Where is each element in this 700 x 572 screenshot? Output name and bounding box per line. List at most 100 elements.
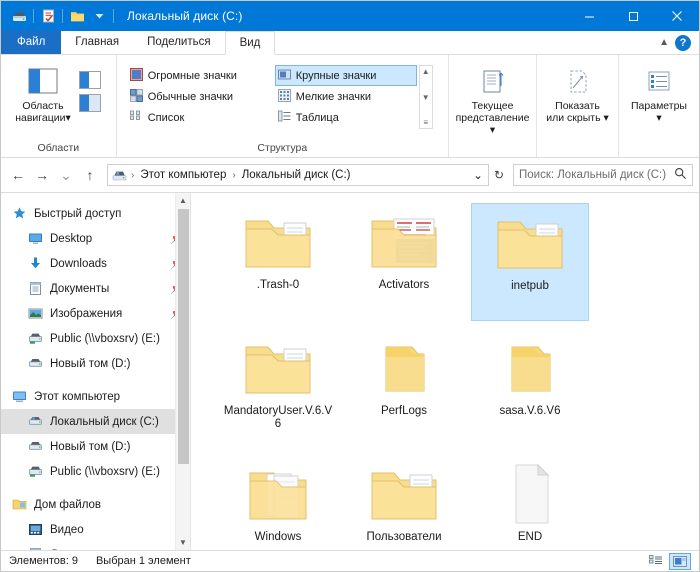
status-item-count: Элементов: 9 [9, 555, 78, 567]
file-item-mandatoryuser[interactable]: MandatoryUser.V.6.V6 [219, 329, 337, 447]
file-item-end[interactable]: END [471, 455, 589, 550]
navigation-pane-caret[interactable]: ▾ [65, 112, 70, 124]
options-button[interactable]: Параметры ▾ [625, 61, 693, 124]
view-option-large-icons[interactable]: Крупные значки [274, 65, 417, 86]
scrollbar-thumb[interactable] [177, 209, 189, 464]
forward-button[interactable]: → [31, 164, 53, 186]
current-view-caret[interactable]: ▾ [490, 124, 495, 136]
view-option-huge-icons[interactable]: Огромные значки [127, 65, 275, 86]
address-field[interactable]: › Этот компьютер › Локальный диск (C:) ⌄ [107, 164, 489, 186]
sidebar-item-public-e[interactable]: Public (\\vboxsrv) (E:) [1, 459, 190, 484]
address-dropdown-button[interactable]: ⌄ [473, 168, 486, 182]
sidebar-item-downloads[interactable]: Downloads 📌 [1, 251, 190, 276]
view-option-list-label: Список [147, 111, 185, 124]
view-option-small-icons[interactable]: Мелкие значки [275, 86, 417, 107]
sidebar-item-newvolume-d-quick[interactable]: Новый том (D:) [1, 351, 190, 376]
drive-icon[interactable] [8, 5, 30, 27]
file-item-trash0[interactable]: .Trash-0 [219, 203, 337, 321]
sidebar-item-documents-label: Документы [50, 282, 110, 295]
sidebar-item-documents-home-label: Документы [50, 549, 109, 551]
search-input[interactable]: Поиск: Локальный диск (C:) [513, 164, 693, 186]
sidebar-item-video[interactable]: Видео [1, 517, 190, 542]
sidebar-group-quick-access-label: Быстрый доступ [34, 207, 122, 220]
sidebar-item-video-label: Видео [50, 523, 84, 536]
up-button[interactable]: ↑ [79, 164, 101, 186]
tab-view[interactable]: Вид [224, 31, 276, 55]
show-hide-button[interactable]: Показать или скрыть ▾ [543, 61, 612, 124]
file-explorer-window: Локальный диск (C:) Файл Главная Поделит… [0, 0, 700, 572]
show-hide-caret[interactable]: ▾ [603, 112, 608, 124]
toolbar-divider [113, 9, 114, 23]
chevron-up-icon[interactable]: ▲ [659, 37, 669, 48]
view-option-list[interactable]: Список [127, 107, 275, 128]
refresh-button[interactable]: ↻ [491, 168, 507, 182]
sidebar-item-documents[interactable]: Документы 📌 [1, 276, 190, 301]
new-folder-icon[interactable] [66, 5, 88, 27]
file-item-trash0-label: .Trash-0 [256, 279, 300, 291]
tab-home[interactable]: Главная [61, 30, 133, 54]
layout-gallery-scrollbar[interactable]: ▲ ▼ ≡ [418, 65, 433, 129]
details-pane-button[interactable] [79, 94, 101, 112]
file-item-sasa[interactable]: sasa.V.6.V6 [471, 329, 589, 447]
folder-icon [492, 210, 568, 276]
scroll-up-icon[interactable]: ▲ [179, 193, 187, 208]
sidebar-item-local-disk-c[interactable]: Локальный диск (C:) [1, 409, 190, 434]
file-item-mandatoryuser-label: MandatoryUser.V.6.V6 [223, 405, 333, 430]
sidebar-group-this-pc[interactable]: Этот компьютер [1, 384, 190, 409]
navigation-pane-button[interactable]: Область навигации▾ [7, 61, 79, 124]
file-item-windows[interactable]: Windows [219, 455, 337, 550]
file-item-users-label: Пользователи [366, 531, 442, 543]
file-item-perflogs[interactable]: PerfLogs [345, 329, 463, 447]
view-option-details[interactable]: Таблица [275, 107, 417, 128]
pane-toggle-group [79, 61, 101, 112]
back-button[interactable]: ← [7, 164, 29, 186]
details-view-icon[interactable] [645, 553, 667, 570]
maximize-button[interactable] [611, 1, 655, 31]
search-icon[interactable] [674, 167, 687, 183]
tab-share[interactable]: Поделиться [133, 30, 225, 54]
preview-pane-button[interactable] [79, 71, 101, 89]
breadcrumb-local-disk[interactable]: Локальный диск (C:) [240, 169, 353, 181]
sidebar-group-quick-access[interactable]: Быстрый доступ [1, 201, 190, 226]
view-option-medium-icons[interactable]: Обычные значки [127, 86, 275, 107]
file-item-inetpub[interactable]: inetpub [471, 203, 589, 321]
ribbon-tabstrip: Файл Главная Поделиться Вид ▲ ? [1, 30, 699, 55]
desktop-icon [27, 231, 43, 247]
tab-file[interactable]: Файл [1, 30, 62, 54]
quick-access-toolbar [1, 5, 117, 27]
help-icon[interactable]: ? [675, 34, 691, 51]
sidebar-item-pictures[interactable]: Изображения 📌 [1, 301, 190, 326]
view-option-small-icons-label: Мелкие значки [295, 90, 371, 103]
minimize-button[interactable] [567, 1, 611, 31]
network-drive-icon [27, 331, 43, 347]
customize-dropdown-icon[interactable] [88, 5, 110, 27]
properties-icon[interactable] [37, 5, 59, 27]
gallery-expand-icon[interactable]: ≡ [423, 118, 428, 127]
sidebar-item-newvolume-d[interactable]: Новый том (D:) [1, 434, 190, 459]
sidebar-group-file-home[interactable]: Дом файлов [1, 492, 190, 517]
file-item-users[interactable]: Пользователи [345, 455, 463, 550]
large-icons-icon[interactable] [669, 552, 691, 570]
recent-locations-button[interactable]: ⌄ [55, 164, 77, 186]
navigation-pane-scrollbar[interactable]: ▲ ▼ [175, 193, 190, 550]
current-view-label-2: представление [455, 112, 530, 124]
sidebar-item-public-e-quick[interactable]: Public (\\vboxsrv) (E:) [1, 326, 190, 351]
options-caret[interactable]: ▾ [656, 112, 661, 124]
close-button[interactable] [655, 1, 699, 31]
scroll-down-icon[interactable]: ▼ [179, 535, 187, 550]
sidebar-item-desktop[interactable]: Desktop 📌 [1, 226, 190, 251]
folder-icon [240, 335, 316, 401]
gallery-scroll-up-icon[interactable]: ▲ [422, 67, 430, 76]
title-bar: Локальный диск (C:) [1, 1, 699, 31]
file-list-view[interactable]: .Trash-0 Activators inetpub MandatoryUse… [191, 193, 699, 550]
breadcrumb-this-pc[interactable]: Этот компьютер [138, 169, 228, 181]
gallery-scroll-down-icon[interactable]: ▼ [422, 93, 430, 102]
small-icons-icon [277, 88, 291, 105]
network-drive-icon [27, 464, 43, 480]
address-bar: ← → ⌄ ↑ › Этот компьютер › Локальный дис… [1, 158, 699, 192]
sidebar-item-documents-home[interactable]: Документы [1, 542, 190, 550]
current-view-button[interactable]: Текущее представление ▾ [455, 61, 530, 136]
breadcrumb-separator: › [232, 169, 236, 181]
file-item-activators[interactable]: Activators [345, 203, 463, 321]
